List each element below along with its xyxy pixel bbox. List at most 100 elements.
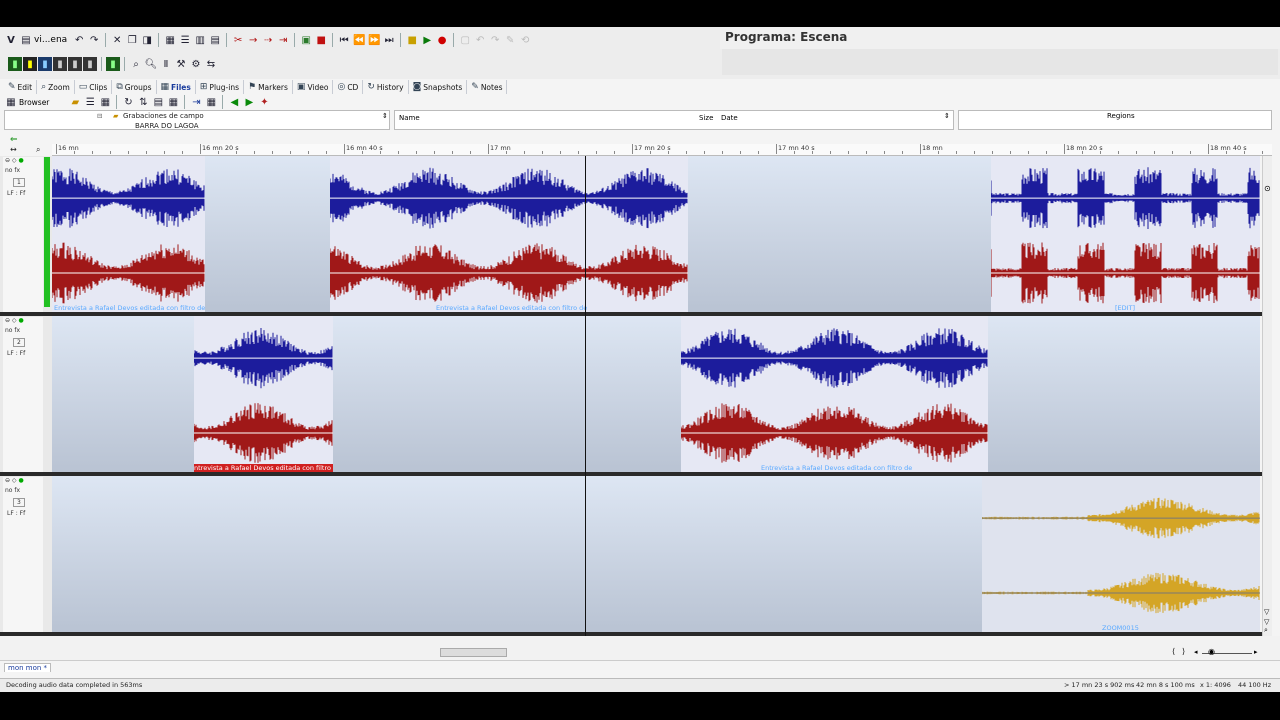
tree-item[interactable]: Grabaciones de campo: [123, 112, 204, 120]
tools-icon[interactable]: ⚒: [174, 57, 188, 71]
grid-icon[interactable]: ▦: [204, 95, 218, 109]
meter-icon[interactable]: ▮: [23, 57, 37, 71]
copy-icon[interactable]: ❐: [125, 33, 139, 47]
tab-zoom[interactable]: ⌕ Zoom: [37, 80, 75, 94]
meter-icon[interactable]: ▮: [8, 57, 22, 71]
meter-icon[interactable]: ▮: [53, 57, 67, 71]
track-header-2[interactable]: ⊖ ◇ ● no fx 2 LF : Ff: [3, 317, 43, 473]
paste-icon[interactable]: ◨: [140, 33, 154, 47]
tab-history[interactable]: ↻ History: [363, 80, 409, 94]
browser-icon[interactable]: ▦: [4, 95, 18, 109]
track-number[interactable]: 1: [13, 178, 25, 187]
zoom-tool-icon[interactable]: ⌕: [129, 57, 143, 71]
record-settings-icon[interactable]: ▣: [299, 33, 313, 47]
tools-icon[interactable]: ⚙: [189, 57, 203, 71]
grid-icon[interactable]: ▦: [163, 33, 177, 47]
list-view-icon[interactable]: ☰: [83, 95, 97, 109]
project-tab[interactable]: mon mon *: [4, 663, 52, 672]
fx-select[interactable]: no fx: [5, 327, 20, 334]
tab-files[interactable]: ▦ Files: [157, 80, 196, 94]
folder-icon[interactable]: ▰: [68, 95, 82, 109]
view-icon[interactable]: ▮: [106, 57, 120, 71]
mixer-icon[interactable]: ▥: [193, 33, 207, 47]
scroll-arrows-icon[interactable]: ⇕: [382, 112, 388, 120]
vertical-scrollbar[interactable]: ⊙ ▽ ▽ ⌕: [1262, 156, 1272, 636]
tab-clips[interactable]: ▭ Clips: [75, 80, 113, 94]
zoom-out-icon[interactable]: ◂: [1194, 648, 1198, 656]
fx-select[interactable]: no fx: [5, 487, 20, 494]
meter-icon[interactable]: ▮: [38, 57, 52, 71]
record-icon[interactable]: ●: [435, 33, 449, 47]
zoom-slider-knob-icon[interactable]: ◉: [1208, 647, 1215, 656]
cut-icon[interactable]: ✕: [110, 33, 124, 47]
col-size[interactable]: Size: [699, 114, 713, 122]
time-ruler[interactable]: 16 mn 16 mn 20 s 16 mn 40 s 17 mn 17 mn 20 s…: [52, 144, 1272, 156]
go-end-icon[interactable]: ⏭: [382, 33, 396, 47]
prev-icon[interactable]: ◀: [227, 95, 241, 109]
scroll-down-icon[interactable]: ▽: [1264, 608, 1269, 616]
arrow-icon[interactable]: ⇢: [261, 33, 275, 47]
tab-plugins[interactable]: ⊞ Plug-ins: [196, 80, 244, 94]
rewind-icon[interactable]: ⏪: [352, 33, 366, 47]
fx-select[interactable]: no fx: [5, 167, 20, 174]
preview-play-icon[interactable]: ▶: [242, 95, 256, 109]
col-date[interactable]: Date: [721, 114, 738, 122]
detail-view-icon[interactable]: ▦: [98, 95, 112, 109]
scroll-left-icon[interactable]: ⟨: [1172, 647, 1175, 656]
go-start-icon[interactable]: ⏮: [337, 33, 351, 47]
scroll-thumb-icon[interactable]: ⊙: [1264, 184, 1271, 193]
expand-icon[interactable]: ↔: [10, 145, 17, 154]
tab-cd[interactable]: ◎ CD: [333, 80, 364, 94]
track-number[interactable]: 3: [13, 498, 25, 507]
filter-icon[interactable]: ▤: [151, 95, 165, 109]
tab-groups[interactable]: ⧉ Groups: [112, 80, 157, 94]
horizontal-scroll-thumb[interactable]: [440, 648, 507, 657]
regions-pane[interactable]: Regions: [958, 110, 1272, 130]
meter-icon[interactable]: ▮: [83, 57, 97, 71]
zoom-icon[interactable]: ⌕: [1264, 626, 1268, 635]
open-folder-icon[interactable]: ▤: [19, 33, 33, 47]
track-header-1[interactable]: ⊖ ◇ ● no fx 1 LF : Ff: [3, 157, 43, 313]
arrow-left-icon[interactable]: ⇐: [10, 135, 18, 145]
audio-clip[interactable]: Entrevista a Rafael Devos editada con fi…: [52, 156, 205, 312]
stop-record-icon[interactable]: ■: [314, 33, 328, 47]
zoom-in-icon[interactable]: ▸: [1254, 648, 1258, 656]
playhead-cursor[interactable]: [585, 156, 586, 636]
col-name[interactable]: Name: [399, 114, 420, 122]
audio-clip[interactable]: Entrevista a Rafael Devos editada con fi…: [330, 156, 688, 312]
table-icon[interactable]: ▦: [166, 95, 180, 109]
scroll-arrows-icon[interactable]: ⇕: [944, 112, 950, 120]
file-list[interactable]: Name Size Date ⇕: [394, 110, 954, 130]
pause-icon[interactable]: Ⅱ: [159, 57, 173, 71]
folder-tree[interactable]: ⊟ ▰ Grabaciones de campo BARRA DO LAGOA …: [4, 110, 390, 130]
audio-clip[interactable]: [EDIT]: [991, 156, 1260, 312]
tab-edit[interactable]: ✎ Edit: [4, 80, 38, 94]
tab-notes[interactable]: ✎ Notes: [467, 80, 508, 94]
track-controls-icon[interactable]: ⊖ ◇ ●: [5, 157, 24, 164]
play-icon[interactable]: ▶: [420, 33, 434, 47]
tools-icon[interactable]: ⇆: [204, 57, 218, 71]
eraser-icon[interactable]: ✦: [257, 95, 271, 109]
layout-icon[interactable]: ▤: [208, 33, 222, 47]
scroll-right-icon[interactable]: ⟩: [1182, 647, 1185, 656]
arrow-right-icon[interactable]: →: [246, 33, 260, 47]
redo-icon[interactable]: ↷: [87, 33, 101, 47]
meter-icon[interactable]: ▮: [68, 57, 82, 71]
undo-icon[interactable]: ↶: [72, 33, 86, 47]
audio-clip[interactable]: Entrevista a Rafael Devos editada con fi…: [681, 316, 988, 472]
track-header-3[interactable]: ⊖ ◇ ● no fx 3 LF : Ff: [3, 477, 43, 633]
track-controls-icon[interactable]: ⊖ ◇ ●: [5, 477, 24, 484]
snap-icon[interactable]: ⇥: [276, 33, 290, 47]
audio-clip[interactable]: ntrevista a Rafael Devos editada con fil…: [194, 316, 333, 472]
sort-icon[interactable]: ⇅: [136, 95, 150, 109]
split-icon[interactable]: ✂: [231, 33, 245, 47]
col-regions[interactable]: Regions: [1107, 112, 1135, 120]
magnifier-icon[interactable]: ⌕: [36, 145, 40, 155]
tab-video[interactable]: ▣ Video: [293, 80, 334, 94]
tab-markers[interactable]: ⚑ Markers: [244, 80, 293, 94]
scroll-down-icon[interactable]: ▽: [1264, 618, 1269, 626]
tree-item[interactable]: BARRA DO LAGOA: [135, 122, 199, 130]
fast-forward-icon[interactable]: ⏩: [367, 33, 381, 47]
track-controls-icon[interactable]: ⊖ ◇ ●: [5, 317, 24, 324]
stop-icon[interactable]: ■: [405, 33, 419, 47]
